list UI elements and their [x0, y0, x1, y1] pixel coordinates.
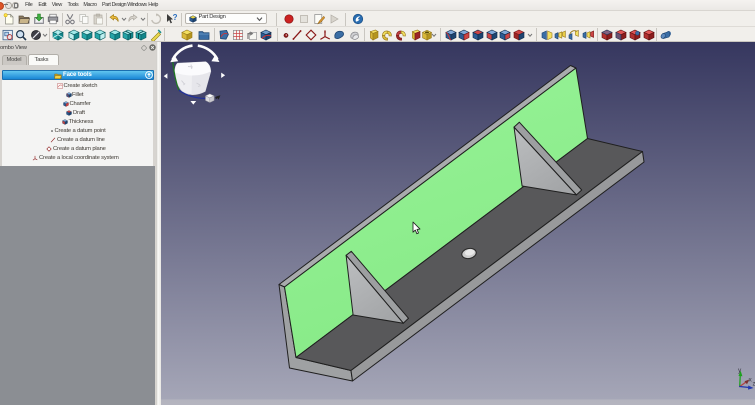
- svg-text:?: ?: [173, 13, 177, 22]
- svg-text:y: y: [738, 367, 742, 374]
